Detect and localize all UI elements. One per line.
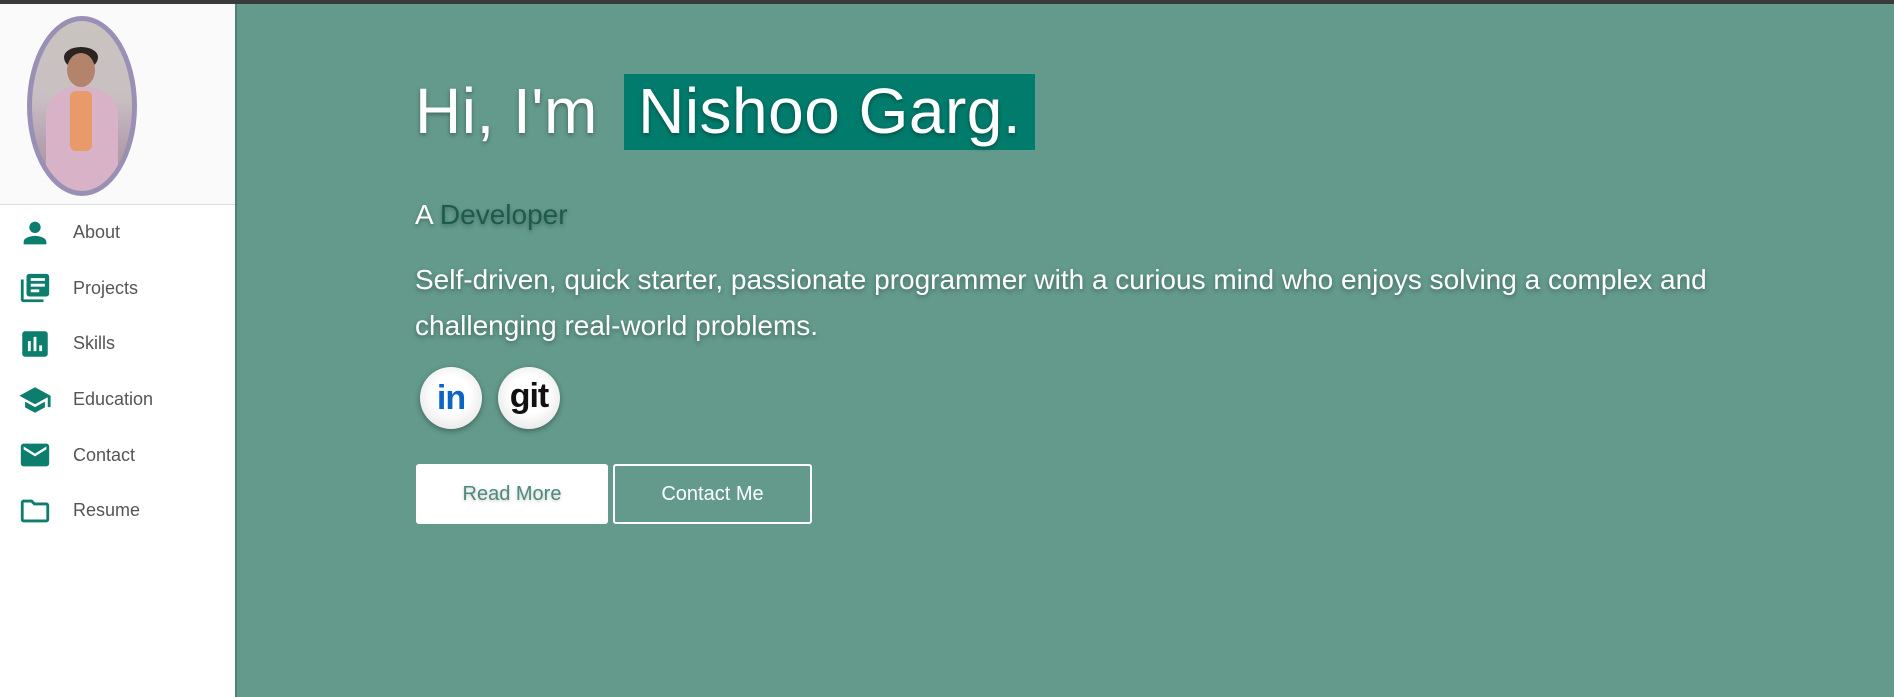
person-icon	[18, 216, 52, 250]
avatar	[27, 16, 137, 196]
greeting-text: Hi, I'm	[415, 75, 598, 147]
folder-icon	[18, 494, 52, 528]
linkedin-icon: in	[436, 378, 466, 417]
profile-header	[0, 4, 235, 205]
sidebar-item-label: Education	[73, 389, 154, 410]
sidebar-item-label: Contact	[73, 444, 136, 465]
sidebar: About Projects Skills Education Contact	[0, 4, 237, 697]
bio-text: Self-driven, quick starter, passionate p…	[415, 264, 1707, 341]
sidebar-item-contact[interactable]: Contact	[0, 427, 235, 483]
linkedin-link[interactable]: in	[420, 367, 482, 429]
sidebar-item-resume[interactable]: Resume	[0, 483, 235, 539]
contact-me-button[interactable]: Contact Me	[613, 464, 812, 524]
hero-headline: Hi, I'm Nishoo Garg.	[415, 74, 1036, 150]
sidebar-item-skills[interactable]: Skills	[0, 316, 235, 372]
sidebar-item-education[interactable]: Education	[0, 372, 235, 428]
avatar-head	[67, 53, 95, 87]
name-highlight: Nishoo Garg.	[624, 74, 1036, 150]
avatar-shirt	[70, 91, 92, 151]
sidebar-item-label: Resume	[73, 500, 141, 521]
sidebar-item-projects[interactable]: Projects	[0, 261, 235, 317]
graduation-cap-icon	[18, 383, 52, 417]
github-link[interactable]: git	[498, 367, 560, 429]
sidebar-nav: About Projects Skills Education Contact	[0, 205, 235, 539]
sidebar-item-label: Skills	[73, 333, 116, 354]
role-line: A Developer	[415, 199, 568, 231]
role-prefix: A	[415, 199, 433, 230]
sidebar-item-about[interactable]: About	[0, 205, 235, 261]
envelope-icon	[18, 438, 52, 472]
sidebar-item-label: About	[73, 222, 121, 243]
sidebar-item-label: Projects	[73, 277, 139, 298]
bar-chart-icon	[18, 327, 52, 361]
read-more-button[interactable]: Read More	[416, 464, 608, 524]
git-icon: git	[509, 376, 550, 415]
role-text: Developer	[439, 199, 568, 230]
hero-section: Hi, I'm Nishoo Garg. A Developer Self-dr…	[237, 4, 1894, 697]
library-books-icon	[18, 271, 52, 305]
